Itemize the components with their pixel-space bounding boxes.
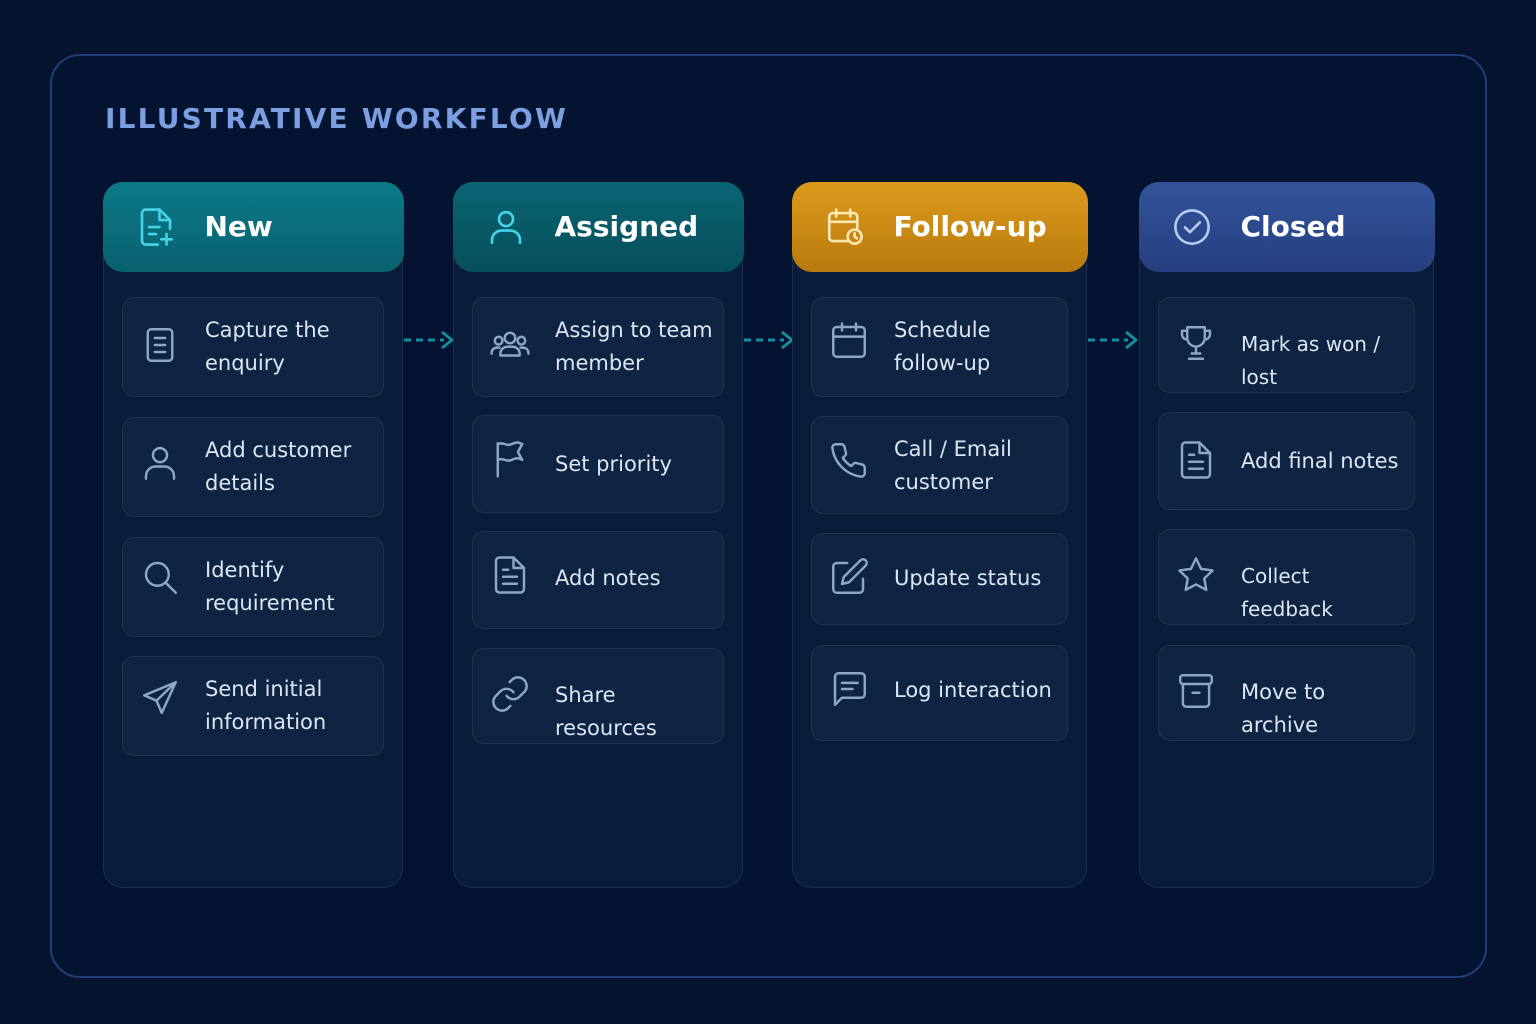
card-set-priority[interactable]: Set priority	[472, 415, 724, 513]
column-header-assigned: Assigned	[452, 181, 744, 272]
star-icon	[1175, 554, 1217, 596]
card-text: Update status	[894, 566, 1042, 590]
card-add-final-notes[interactable]: Add final notes	[1158, 412, 1415, 510]
flow-arrow-3	[1086, 326, 1142, 354]
card-capture-enquiry[interactable]: Capture the enquiry	[122, 297, 384, 397]
card-send-initial-info[interactable]: Send initial information	[122, 656, 384, 756]
calendar-clock-icon	[824, 206, 866, 248]
card-move-to-archive[interactable]: Move to archive	[1158, 645, 1415, 741]
column-follow-up: Follow-up Schedule follow-up Call / Emai…	[791, 181, 1088, 888]
file-text-icon	[1175, 439, 1217, 481]
column-title-follow-up: Follow-up	[893, 209, 1047, 243]
link-icon	[489, 673, 531, 715]
column-closed: Closed Mark as won / lost Add final note…	[1138, 181, 1435, 888]
flag-icon	[489, 438, 531, 480]
send-icon	[139, 677, 181, 719]
card-log-interaction[interactable]: Log interaction	[811, 645, 1068, 741]
card-share-resources[interactable]: Share resources	[472, 648, 724, 744]
card-mark-won-lost[interactable]: Mark as won / lost	[1158, 297, 1415, 393]
edit-icon	[828, 556, 870, 598]
chat-icon	[828, 668, 870, 710]
card-add-notes[interactable]: Add notes	[472, 531, 724, 629]
card-text: Send initial information	[205, 677, 327, 734]
calendar-icon	[828, 320, 870, 362]
column-new: New Capture the enquiry Add customer det…	[102, 181, 404, 888]
card-collect-feedback[interactable]: Collect feedback	[1158, 529, 1415, 625]
card-text: Move to archive	[1241, 680, 1326, 737]
card-add-customer-details[interactable]: Add customer details	[122, 417, 384, 517]
card-text: Schedule follow-up	[894, 318, 991, 375]
card-text: Collect feedback	[1241, 564, 1333, 621]
search-icon	[139, 556, 181, 598]
card-identify-requirement[interactable]: Identify requirement	[122, 537, 384, 637]
column-title-assigned: Assigned	[554, 209, 699, 243]
user-icon	[139, 442, 181, 484]
users-icon	[489, 324, 531, 366]
column-title-closed: Closed	[1240, 209, 1346, 243]
column-header-new: New	[102, 181, 404, 272]
flow-arrow-1	[402, 326, 458, 354]
card-text: Assign to team member	[555, 318, 713, 375]
trophy-icon	[1175, 322, 1217, 364]
flow-arrow-2	[742, 326, 798, 354]
card-text: Identify requirement	[205, 558, 335, 615]
column-assigned: Assigned Assign to team member Set prior…	[452, 181, 744, 888]
card-schedule-follow-up[interactable]: Schedule follow-up	[811, 297, 1068, 397]
card-text: Share resources	[555, 683, 657, 740]
card-text: Log interaction	[894, 678, 1052, 702]
card-update-status[interactable]: Update status	[811, 533, 1068, 625]
document-icon	[139, 324, 181, 366]
card-text: Capture the enquiry	[205, 318, 330, 375]
column-header-follow-up: Follow-up	[791, 181, 1088, 272]
check-circle-icon	[1171, 206, 1213, 248]
card-text: Mark as won / lost	[1241, 332, 1381, 389]
phone-icon	[828, 439, 870, 481]
card-text: Add final notes	[1241, 449, 1399, 473]
archive-icon	[1175, 670, 1217, 712]
card-assign-team-member[interactable]: Assign to team member	[472, 297, 724, 397]
file-text-icon	[489, 554, 531, 596]
column-title-new: New	[204, 209, 273, 243]
card-text: Call / Email customer	[894, 437, 1012, 494]
card-text: Add notes	[555, 566, 661, 590]
card-call-email-customer[interactable]: Call / Email customer	[811, 416, 1068, 514]
page-title: ILLUSTRATIVE WORKFLOW	[105, 102, 569, 135]
card-text: Add customer details	[205, 438, 352, 495]
column-header-closed: Closed	[1138, 181, 1435, 272]
user-icon	[485, 206, 527, 248]
card-text: Set priority	[555, 452, 672, 476]
file-plus-icon	[135, 206, 177, 248]
